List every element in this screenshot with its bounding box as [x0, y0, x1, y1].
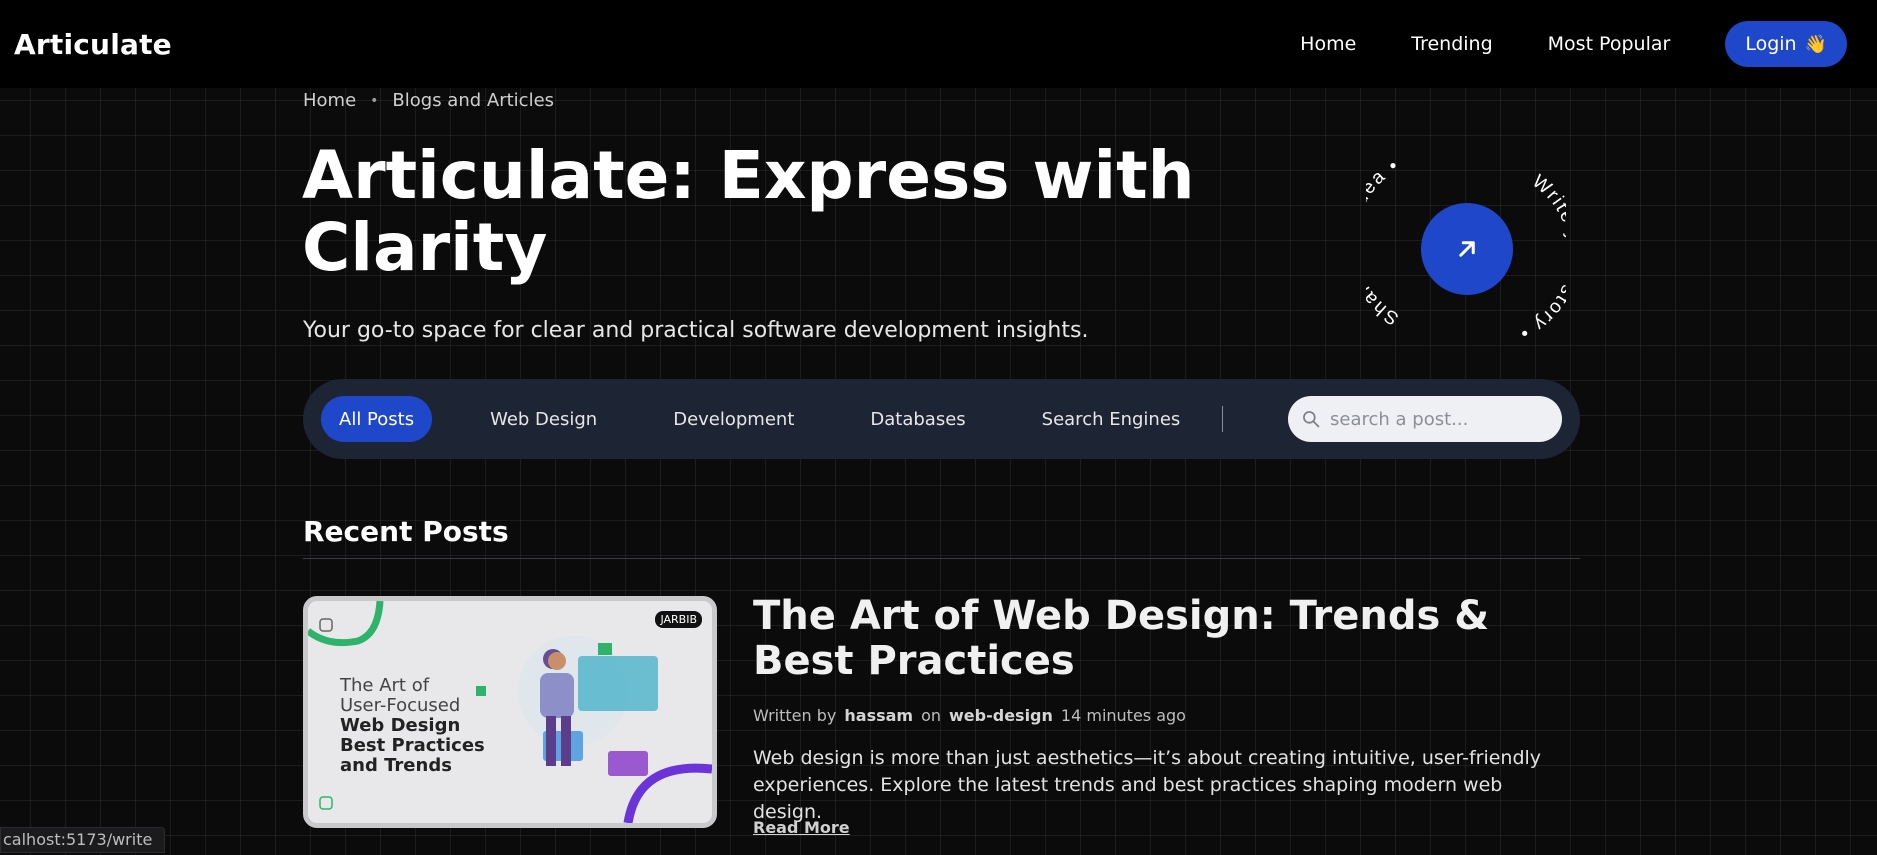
nav-links: Home Trending Most Popular Login 👋 [1300, 21, 1847, 67]
post-excerpt: Web design is more than just aesthetics—… [753, 747, 1542, 823]
badge-text-right: Write your story • [1515, 171, 1583, 344]
search-box[interactable] [1288, 396, 1562, 442]
filter-all-posts[interactable]: All Posts [321, 396, 433, 442]
page-subtitle: Your go-to space for clear and practical… [303, 318, 1089, 343]
thumb-line-5: and Trends [340, 755, 452, 776]
recent-posts-heading: Recent Posts [303, 515, 509, 548]
nav-link-trending[interactable]: Trending [1411, 33, 1492, 55]
thumbnail-text: The Art of User-Focused Web Design Best … [340, 676, 485, 776]
login-label: Login [1745, 33, 1797, 55]
thumb-line-1: The Art of [340, 675, 430, 696]
post-meta: Written by hassam on web-design 14 minut… [753, 706, 1186, 725]
thumb-line-4: Best Practices [340, 735, 485, 756]
write-button[interactable] [1421, 203, 1513, 295]
post-thumbnail[interactable]: JARBIB The Art of User-Focused Web Desig… [303, 596, 717, 828]
meta-on: on [921, 706, 942, 725]
badge-text-write: Write your story • [1515, 171, 1566, 344]
thumbnail-logo: JARBIB [655, 611, 702, 628]
thumb-line-2: User-Focused [340, 695, 461, 716]
filter-divider [1222, 406, 1224, 432]
filter-development[interactable]: Development [655, 396, 812, 442]
nav-link-home[interactable]: Home [1300, 33, 1356, 55]
badge-text-share: Share your idea • [1366, 155, 1403, 329]
meta-written-by: Written by [753, 706, 837, 725]
thumb-line-3: Web Design [340, 715, 461, 736]
section-divider [303, 558, 1580, 559]
read-more-link[interactable]: Read More [753, 818, 850, 837]
search-icon [1300, 408, 1322, 430]
page-title-line-1: Articulate: Express with [302, 137, 1195, 214]
top-navbar: Articulate Home Trending Most Popular Lo… [0, 0, 1877, 88]
nav-link-most-popular[interactable]: Most Popular [1548, 33, 1671, 55]
category-filter-bar: All Posts Web Design Development Databas… [303, 379, 1580, 459]
post-category[interactable]: web-design [949, 706, 1053, 725]
breadcrumb-separator: • [370, 92, 379, 109]
breadcrumb-home[interactable]: Home [303, 90, 356, 111]
filter-web-design[interactable]: Web Design [472, 396, 615, 442]
write-story-badge: Share your idea • Write your story • [1340, 150, 1584, 350]
arrow-up-right-icon [1459, 241, 1475, 257]
breadcrumb: Home • Blogs and Articles [303, 90, 554, 111]
filter-databases[interactable]: Databases [852, 396, 983, 442]
wave-hand-icon: 👋 [1804, 33, 1827, 55]
search-input[interactable] [1330, 408, 1530, 430]
post-author[interactable]: hassam [844, 706, 913, 725]
status-bar-url: calhost:5173/write [0, 827, 166, 853]
page-title-line-2: Clarity [302, 209, 548, 286]
login-button[interactable]: Login 👋 [1725, 21, 1847, 67]
post-time: 14 minutes ago [1060, 706, 1186, 725]
badge-text-left: Share your idea • [1340, 155, 1402, 329]
brand-logo[interactable]: Articulate [14, 28, 172, 61]
page-title: Articulate: Express with Clarity [302, 140, 1202, 284]
post-title[interactable]: The Art of Web Design: Trends & Best Pra… [753, 594, 1573, 684]
filter-search-engines[interactable]: Search Engines [1024, 396, 1199, 442]
breadcrumb-current: Blogs and Articles [392, 90, 555, 111]
